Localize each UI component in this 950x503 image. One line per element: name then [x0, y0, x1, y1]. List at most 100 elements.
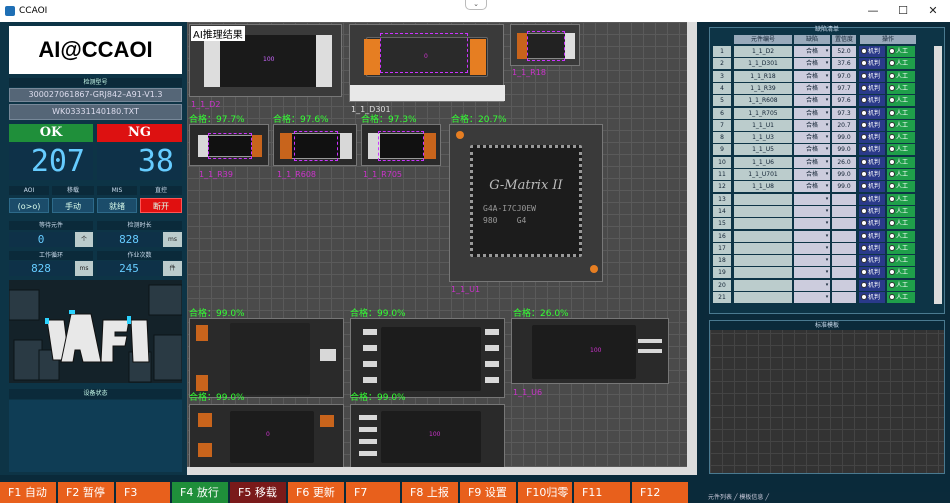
defect-dropdown-icon[interactable]: ▾: [824, 243, 830, 254]
table-row[interactable]: 19 ▾ 机判 人工: [713, 267, 923, 279]
vertical-scrollbar[interactable]: [687, 22, 697, 475]
defect-dropdown-icon[interactable]: ▾: [824, 181, 830, 192]
radio-icon[interactable]: [889, 232, 895, 239]
defect-dropdown-icon[interactable]: ▾: [824, 95, 830, 106]
radio-icon[interactable]: [861, 109, 867, 116]
radio-icon[interactable]: [861, 84, 867, 91]
function-key-f5[interactable]: F5 移载: [230, 482, 288, 503]
table-row[interactable]: 3 1_1_R18 合格 97.0 ▾ 机判 人工: [713, 70, 923, 82]
function-key-f1[interactable]: F1 自动: [0, 482, 58, 503]
radio-icon[interactable]: [889, 158, 895, 165]
table-row[interactable]: 18 ▾ 机判 人工: [713, 255, 923, 267]
chevron-down-icon[interactable]: ⌄: [465, 0, 487, 10]
defect-dropdown-icon[interactable]: ▾: [824, 218, 830, 229]
defect-dropdown-icon[interactable]: ▾: [824, 58, 830, 69]
table-row[interactable]: 17 ▾ 机判 人工: [713, 242, 923, 254]
thumb-r608[interactable]: [273, 124, 357, 166]
table-row[interactable]: 15 ▾ 机判 人工: [713, 218, 923, 230]
table-row[interactable]: 5 1_1_R608 合格 97.6 ▾ 机判 人工: [713, 95, 923, 107]
aoi-status-button[interactable]: (o>o): [9, 198, 49, 213]
defect-dropdown-icon[interactable]: ▾: [824, 267, 830, 278]
radio-icon[interactable]: [861, 171, 867, 177]
function-key-f11[interactable]: F11: [574, 482, 632, 503]
thumb-u5[interactable]: [350, 318, 505, 398]
table-row[interactable]: 6 1_1_R705 合格 97.3 ▾ 机判 人工: [713, 107, 923, 119]
defect-dropdown-icon[interactable]: ▾: [824, 206, 830, 217]
radio-icon[interactable]: [861, 195, 867, 202]
radio-icon[interactable]: [889, 195, 895, 202]
function-key-f2[interactable]: F2 暂停: [58, 482, 116, 503]
radio-icon[interactable]: [861, 244, 867, 251]
radio-icon[interactable]: [861, 48, 867, 54]
defect-dropdown-icon[interactable]: ▾: [824, 280, 830, 291]
radio-icon[interactable]: [861, 232, 867, 239]
defect-dropdown-icon[interactable]: ▾: [824, 194, 830, 205]
defect-dropdown-icon[interactable]: ▾: [824, 144, 830, 155]
radio-icon[interactable]: [889, 109, 895, 116]
thumb-r18[interactable]: [510, 24, 580, 66]
function-key-f8[interactable]: F8 上报: [402, 482, 460, 503]
ready-button[interactable]: 就绪: [97, 198, 137, 213]
radio-icon[interactable]: [861, 294, 867, 300]
table-row[interactable]: 14 ▾ 机判 人工: [713, 205, 923, 217]
table-row[interactable]: 9 1_1_U5 合格 99.0 ▾ 机判 人工: [713, 144, 923, 156]
radio-icon[interactable]: [861, 72, 867, 79]
radio-icon[interactable]: [889, 294, 895, 300]
maximize-button[interactable]: ☐: [888, 0, 918, 22]
function-key-f7[interactable]: F7: [346, 482, 402, 503]
defect-dropdown-icon[interactable]: ▾: [824, 46, 830, 57]
defect-dropdown-icon[interactable]: ▾: [824, 71, 830, 82]
radio-icon[interactable]: [889, 84, 895, 91]
defect-dropdown-icon[interactable]: ▾: [824, 169, 830, 180]
thumb-u701[interactable]: 0: [189, 404, 344, 468]
defect-dropdown-icon[interactable]: ▾: [824, 255, 830, 266]
inspection-canvas[interactable]: 100 AI推理结果 1_1_D2 0 1_1_D301 1_1_R18 合格：…: [187, 22, 697, 475]
radio-icon[interactable]: [889, 244, 895, 251]
function-key-f9[interactable]: F9 设置: [460, 482, 518, 503]
table-scrollbar[interactable]: [934, 46, 942, 304]
close-button[interactable]: ✕: [918, 0, 948, 22]
table-row[interactable]: 2 1_1_D301 合格 37.6 ▾ 机判 人工: [713, 58, 923, 70]
function-key-f3[interactable]: F3: [116, 482, 172, 503]
radio-icon[interactable]: [889, 171, 895, 177]
radio-icon[interactable]: [861, 207, 867, 214]
thumb-u8[interactable]: 100: [350, 404, 505, 468]
thumb-d301[interactable]: 0: [349, 24, 505, 102]
function-key-f10[interactable]: F10归零: [518, 482, 574, 503]
minimize-button[interactable]: —: [858, 0, 888, 22]
thumb-r39[interactable]: [189, 124, 269, 166]
thumb-u6[interactable]: 100: [511, 318, 669, 384]
radio-icon[interactable]: [889, 207, 895, 214]
defect-dropdown-icon[interactable]: ▾: [824, 83, 830, 94]
thumb-u1[interactable]: G-Matrix II G4A-I7CJ0EW 980 G4: [449, 124, 603, 282]
table-row[interactable]: 7 1_1_U1 合格 20.7 ▾ 机判 人工: [713, 119, 923, 131]
function-key-f6[interactable]: F6 更新: [288, 482, 346, 503]
radio-icon[interactable]: [889, 48, 895, 54]
defect-dropdown-icon[interactable]: ▾: [824, 108, 830, 119]
thumb-r705[interactable]: [361, 124, 441, 166]
radio-icon[interactable]: [861, 158, 867, 165]
defect-dropdown-icon[interactable]: ▾: [824, 292, 830, 303]
function-key-f4[interactable]: F4 放行: [172, 482, 230, 503]
manual-button[interactable]: 手动: [52, 198, 94, 213]
radio-icon[interactable]: [889, 281, 895, 288]
table-row[interactable]: 4 1_1_R39 合格 97.7 ▾ 机判 人工: [713, 82, 923, 94]
table-row[interactable]: 8 1_1_U3 合格 99.0 ▾ 机判 人工: [713, 132, 923, 144]
table-row[interactable]: 20 ▾ 机判 人工: [713, 279, 923, 291]
horizontal-scrollbar[interactable]: [187, 467, 697, 475]
table-row[interactable]: 16 ▾ 机判 人工: [713, 230, 923, 242]
disconnect-button[interactable]: 断开: [140, 198, 182, 213]
table-row[interactable]: 13 ▾ 机判 人工: [713, 193, 923, 205]
table-row[interactable]: 21 ▾ 机判 人工: [713, 292, 923, 303]
table-row[interactable]: 10 1_1_U6 合格 26.0 ▾ 机判 人工: [713, 156, 923, 168]
table-row[interactable]: 11 1_1_U701 合格 99.0 ▾ 机判 人工: [713, 169, 923, 180]
function-key-f12[interactable]: F12: [632, 482, 690, 503]
defect-dropdown-icon[interactable]: ▾: [824, 120, 830, 131]
defect-dropdown-icon[interactable]: ▾: [824, 157, 830, 168]
radio-icon[interactable]: [889, 72, 895, 79]
radio-icon[interactable]: [861, 121, 867, 128]
table-row[interactable]: 1 1_1_D2 合格 52.0 ▾ 机判 人工: [713, 46, 923, 57]
radio-icon[interactable]: [889, 121, 895, 128]
defect-dropdown-icon[interactable]: ▾: [824, 132, 830, 143]
thumb-u3[interactable]: [189, 318, 344, 398]
